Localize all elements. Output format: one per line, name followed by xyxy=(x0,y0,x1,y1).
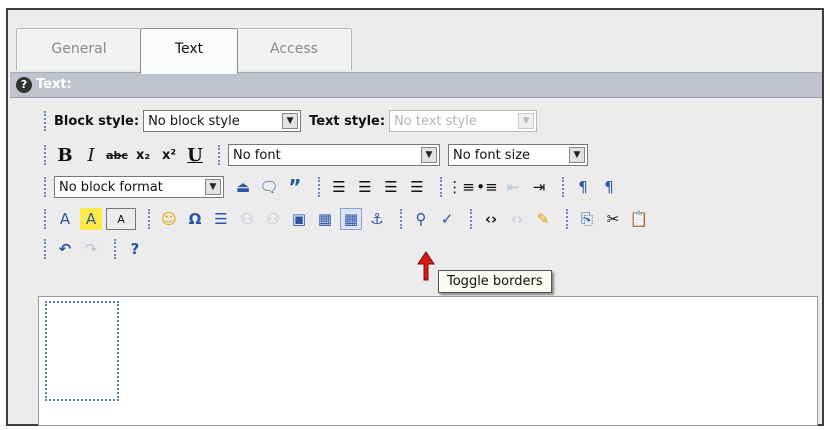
block-style-label: Block style: xyxy=(54,113,140,129)
toolbar-separator xyxy=(318,177,320,197)
find-icon[interactable]: ⚲ xyxy=(410,208,432,230)
horizontal-rule-icon[interactable]: ☰ xyxy=(210,208,232,230)
tab-text[interactable]: Text xyxy=(140,28,238,74)
unlink-icon[interactable]: ⚇ xyxy=(262,208,284,230)
toolbar-separator xyxy=(44,209,46,229)
help-icon[interactable]: ? xyxy=(16,77,32,93)
align-left-icon[interactable]: ☰ xyxy=(328,176,350,198)
text-color-icon[interactable]: A xyxy=(54,208,76,230)
copy-icon[interactable]: ⎘ xyxy=(576,208,598,230)
block-format-value: No block format xyxy=(59,179,163,195)
toolbar-separator xyxy=(562,177,564,197)
align-right-icon[interactable]: ☰ xyxy=(380,176,402,198)
tooltip: Toggle borders xyxy=(438,270,552,293)
text-box-icon[interactable]: A xyxy=(106,208,136,230)
toolbar-separator xyxy=(148,209,150,229)
bold-button[interactable]: B xyxy=(54,144,76,166)
toolbar-separator xyxy=(44,111,46,131)
italic-button[interactable]: I xyxy=(80,144,102,166)
help-icon[interactable]: ? xyxy=(124,238,146,260)
image-icon[interactable]: ▣ xyxy=(288,208,310,230)
align-center-icon[interactable]: ☰ xyxy=(354,176,376,198)
blockquote-icon[interactable]: ” xyxy=(284,175,306,199)
block-style-value: No block style xyxy=(148,113,240,129)
cut-icon[interactable]: ✂ xyxy=(602,208,624,230)
highlight-color-icon[interactable]: A xyxy=(80,208,102,230)
tab-access[interactable]: Access xyxy=(236,28,352,70)
toolbar-row-paragraph: No block format ▼ ⏏ 🗨 ” ☰ ☰ ☰ ☰ ⋮≡ •≡ ⇤ … xyxy=(36,172,624,202)
block-format-select[interactable]: No block format ▼ xyxy=(54,176,224,198)
chevron-down-icon[interactable]: ▼ xyxy=(421,147,437,163)
toggle-borders-icon[interactable]: ▦ xyxy=(340,208,362,230)
chevron-down-icon[interactable]: ▼ xyxy=(518,113,535,129)
underline-button[interactable]: U xyxy=(184,144,206,166)
code-toggle-icon[interactable]: ‹› xyxy=(506,208,528,230)
paste-icon[interactable]: 📋 xyxy=(628,208,650,230)
toolbar-separator xyxy=(44,177,46,197)
toolbar-separator xyxy=(44,145,46,165)
redo-icon[interactable]: ↷ xyxy=(80,238,102,260)
toolbar-row-styles: Block style: No block style ▼ Text style… xyxy=(36,106,545,136)
clean-up-icon[interactable]: ✎ xyxy=(532,208,554,230)
toolbar-row-history: ↶ ↷ ? xyxy=(36,234,150,264)
block-style-select[interactable]: No block style ▼ xyxy=(143,110,302,132)
font-size-value: No font size xyxy=(453,147,531,163)
emoticon-icon[interactable]: ☺ xyxy=(158,208,180,230)
tab-general[interactable]: General xyxy=(16,28,142,70)
rtl-direction-icon[interactable]: ¶ xyxy=(598,176,620,198)
toolbar-separator xyxy=(114,239,116,259)
font-size-select[interactable]: No font size ▼ xyxy=(448,144,588,166)
text-style-label: Text style: xyxy=(309,113,386,129)
editor-body[interactable] xyxy=(38,296,818,426)
special-char-icon[interactable]: Ω xyxy=(184,208,206,230)
toolbar-separator xyxy=(566,209,568,229)
toolbar-separator xyxy=(470,209,472,229)
toolbar-separator xyxy=(218,145,220,165)
subscript-button[interactable]: x₂ xyxy=(132,144,154,166)
text-style-select[interactable]: No text style ▼ xyxy=(389,110,538,132)
toolbar-row-insert: A A A ☺ Ω ☰ ⚇ ⚇ ▣ ▦ ▦ ⚓ ⚲ ✓ ‹› ‹› ✎ ⎘ ✂ … xyxy=(36,204,654,234)
toolbar-row-format: B I abc x₂ x² U No font ▼ No font size ▼ xyxy=(36,140,596,170)
comment-icon[interactable]: 🗨 xyxy=(258,176,280,198)
outdent-icon[interactable]: ⇤ xyxy=(502,176,524,198)
chevron-down-icon[interactable]: ▼ xyxy=(205,179,221,195)
table-borders-guide xyxy=(45,301,119,401)
align-justify-icon[interactable]: ☰ xyxy=(406,176,428,198)
chevron-down-icon[interactable]: ▼ xyxy=(569,147,585,163)
section-header: ? Text: xyxy=(10,72,822,98)
ltr-direction-icon[interactable]: ¶ xyxy=(572,176,594,198)
undo-icon[interactable]: ↶ xyxy=(54,238,76,260)
code-view-icon[interactable]: ‹› xyxy=(480,208,502,230)
strikethrough-button[interactable]: abc xyxy=(106,144,128,166)
anchor-icon[interactable]: ⚓ xyxy=(366,208,388,230)
arrow-pointer-icon xyxy=(417,251,435,281)
insert-layer-icon[interactable]: ⏏ xyxy=(232,176,254,198)
media-icon[interactable]: ▦ xyxy=(314,208,336,230)
toolbar-separator xyxy=(400,209,402,229)
font-value: No font xyxy=(233,147,281,163)
bullet-list-icon[interactable]: •≡ xyxy=(476,176,498,198)
indent-icon[interactable]: ⇥ xyxy=(528,176,550,198)
link-icon[interactable]: ⚇ xyxy=(236,208,258,230)
chevron-down-icon[interactable]: ▼ xyxy=(282,113,299,129)
numbered-list-icon[interactable]: ⋮≡ xyxy=(447,176,475,198)
font-select[interactable]: No font ▼ xyxy=(228,144,440,166)
spellcheck-icon[interactable]: ✓ xyxy=(436,208,458,230)
toolbar-separator xyxy=(44,239,46,259)
text-style-value: No text style xyxy=(394,113,477,129)
superscript-button[interactable]: x² xyxy=(158,144,180,166)
toolbar-separator xyxy=(440,177,442,197)
section-title: Text: xyxy=(36,77,72,92)
